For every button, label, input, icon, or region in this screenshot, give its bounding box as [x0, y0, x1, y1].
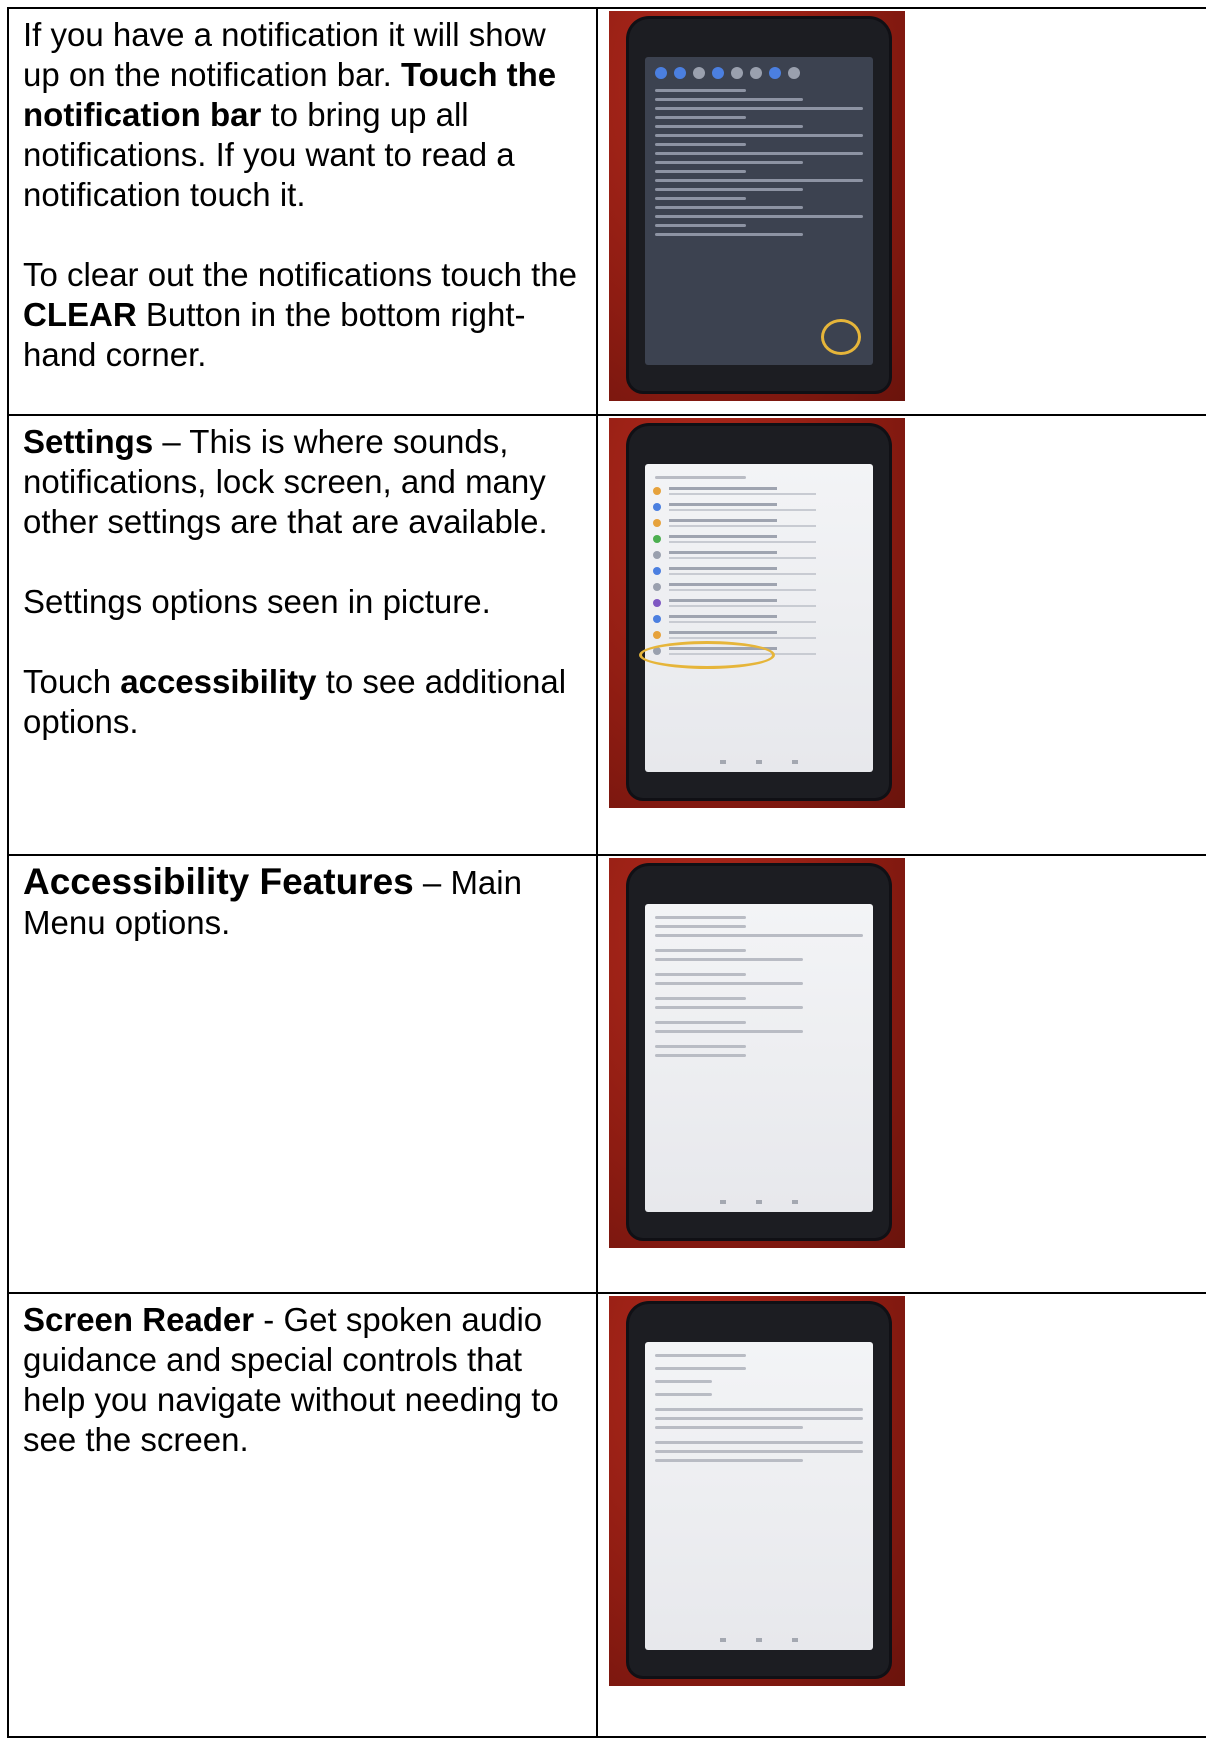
text: Settings options seen in picture. — [23, 583, 491, 620]
tablet-device — [629, 866, 889, 1238]
bold-text: Screen Reader — [23, 1301, 255, 1338]
text: Touch — [23, 663, 121, 700]
text-cell: Settings – This is where sounds, notific… — [7, 414, 598, 856]
paragraph: Screen Reader - Get spoken audio guidanc… — [23, 1300, 586, 1460]
tablet-accessibility-photo — [609, 858, 905, 1248]
tablet-screen-reader-photo — [609, 1296, 905, 1686]
paragraph: Accessibility Features – Main Menu optio… — [23, 862, 586, 943]
bold-text: Accessibility Features — [23, 861, 414, 902]
bold-text: Settings — [23, 423, 154, 460]
paragraph: To clear out the notifications touch the… — [23, 255, 586, 375]
text-cell: If you have a notification it will show … — [7, 7, 598, 416]
image-cell — [596, 1292, 1206, 1738]
tablet-settings-photo — [609, 418, 905, 808]
bold-text: accessibility — [120, 663, 317, 700]
accessibility-highlight-circle — [639, 641, 775, 669]
clear-button-highlight-circle — [821, 319, 861, 355]
text: To clear out the notifications touch the — [23, 256, 578, 293]
text-cell: Accessibility Features – Main Menu optio… — [7, 854, 598, 1294]
instruction-table: If you have a notification it will show … — [7, 7, 1206, 1738]
paragraph: If you have a notification it will show … — [23, 15, 586, 215]
tablet-device — [629, 1304, 889, 1676]
image-cell — [596, 854, 1206, 1294]
paragraph: Touch accessibility to see additional op… — [23, 662, 586, 742]
table-row: Settings – This is where sounds, notific… — [7, 414, 1206, 856]
image-cell — [596, 7, 1206, 416]
text-cell: Screen Reader - Get spoken audio guidanc… — [7, 1292, 598, 1738]
screen-reader-screen — [645, 1342, 873, 1650]
table-row: Screen Reader - Get spoken audio guidanc… — [7, 1292, 1206, 1738]
paragraph: Settings – This is where sounds, notific… — [23, 422, 586, 542]
table-row: Accessibility Features – Main Menu optio… — [7, 854, 1206, 1294]
image-cell — [596, 414, 1206, 856]
paragraph: Settings options seen in picture. — [23, 582, 586, 622]
tablet-device — [629, 426, 889, 798]
tablet-notifications-photo — [609, 11, 905, 401]
table-row: If you have a notification it will show … — [7, 7, 1206, 416]
accessibility-screen — [645, 904, 873, 1212]
quick-settings-row — [645, 57, 873, 83]
tablet-device — [629, 19, 889, 391]
bold-text: CLEAR — [23, 296, 137, 333]
settings-screen — [645, 464, 873, 772]
